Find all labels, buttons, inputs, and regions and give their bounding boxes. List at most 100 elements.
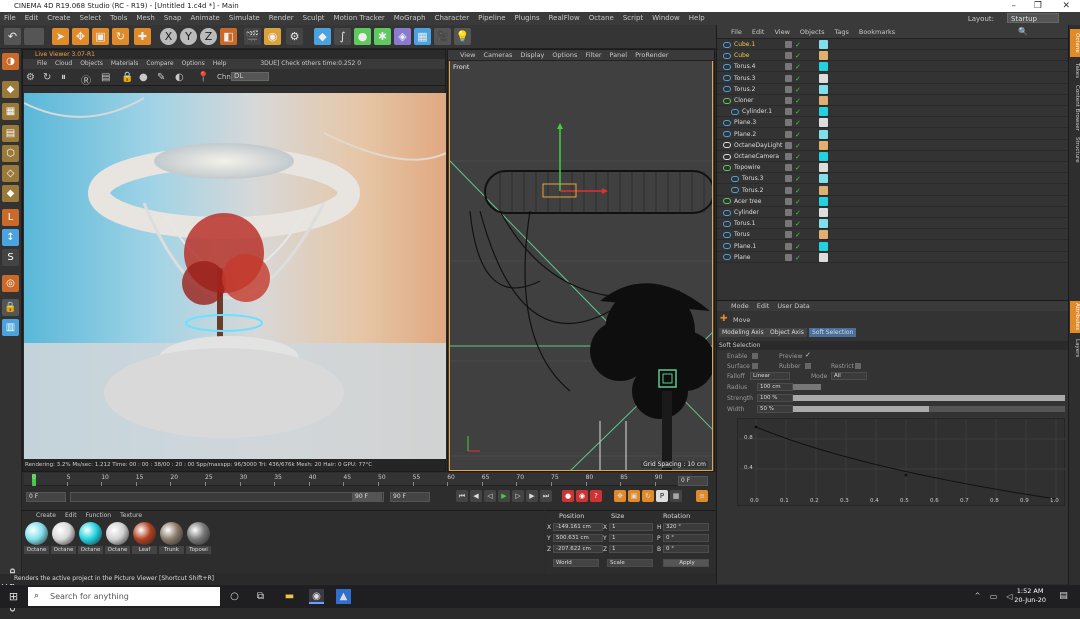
tab-object-axis[interactable]: Object Axis bbox=[767, 328, 807, 337]
taskbar-search-box[interactable]: ⌕ Search for anything bbox=[28, 587, 220, 606]
mograph-icon[interactable]: ✱ bbox=[374, 28, 391, 45]
notification-icon[interactable]: ▤ bbox=[1056, 589, 1071, 604]
model-mode-icon[interactable]: ◆ bbox=[2, 81, 19, 98]
viewport-menu-item-2[interactable]: Display bbox=[520, 51, 544, 59]
scale-key-icon[interactable]: ▣ bbox=[628, 490, 640, 502]
pin-icon[interactable]: 📍 bbox=[197, 72, 209, 83]
menu-item-4[interactable]: Tools bbox=[110, 14, 127, 22]
menu-item-16[interactable]: RealFlow bbox=[549, 14, 580, 22]
material-tag-icon[interactable] bbox=[819, 196, 828, 206]
spline-icon[interactable]: ∫ bbox=[334, 28, 351, 45]
menu-item-7[interactable]: Animate bbox=[190, 14, 219, 22]
close-icon[interactable]: ✕ bbox=[1062, 0, 1070, 12]
strength-slider[interactable] bbox=[793, 395, 1065, 401]
material-swatch[interactable]: Leaf bbox=[132, 522, 157, 555]
record-keys-icon[interactable]: ● bbox=[562, 490, 574, 502]
visibility-dots-icon[interactable] bbox=[785, 231, 792, 239]
falloff-dropdown[interactable]: Linear bbox=[750, 372, 790, 380]
material-swatch[interactable]: Trunk bbox=[159, 522, 184, 555]
object-menu-item-1[interactable]: Edit bbox=[752, 28, 765, 36]
material-tag-icon[interactable] bbox=[819, 107, 828, 117]
material-ball-icon[interactable]: ● bbox=[139, 72, 148, 83]
material-tag-icon[interactable] bbox=[819, 62, 828, 72]
visibility-dots-icon[interactable] bbox=[785, 175, 792, 183]
tab-attributes[interactable]: Attributes bbox=[1070, 301, 1080, 333]
lock-icon[interactable]: 🔒 bbox=[121, 72, 133, 83]
scale-tool-icon[interactable]: ▣ bbox=[92, 28, 109, 45]
light-icon[interactable]: 💡 bbox=[454, 28, 471, 45]
material-swatch[interactable]: Octane bbox=[78, 522, 103, 555]
material-tag-icon[interactable] bbox=[819, 73, 828, 83]
menu-item-3[interactable]: Select bbox=[80, 14, 102, 22]
mode-dropdown[interactable]: All bbox=[831, 372, 867, 380]
menu-item-1[interactable]: Edit bbox=[25, 14, 39, 22]
coordinate-mode-dropdown[interactable]: World bbox=[553, 559, 599, 567]
visibility-dots-icon[interactable] bbox=[785, 74, 792, 82]
object-row[interactable]: Plane ✓ bbox=[717, 252, 1069, 263]
size-field[interactable]: 1 bbox=[609, 545, 653, 553]
timeline-menu-icon[interactable]: ≡ bbox=[696, 490, 708, 502]
cinema4d-taskbar-icon[interactable]: ◉ bbox=[309, 589, 324, 604]
windows-start-icon[interactable]: ⊞ bbox=[6, 589, 21, 604]
material-menu-item-3[interactable]: Texture bbox=[120, 512, 142, 519]
viewport-menu-item-3[interactable]: Options bbox=[552, 51, 577, 59]
object-menu-item-4[interactable]: Tags bbox=[834, 28, 848, 36]
coordinate-scale-dropdown[interactable]: Scale bbox=[607, 559, 653, 567]
search-icon[interactable]: 🔍 bbox=[1018, 25, 1028, 39]
object-row[interactable]: OctaneDayLight ✓ bbox=[717, 140, 1069, 151]
visibility-dots-icon[interactable] bbox=[785, 242, 792, 250]
material-tag-icon[interactable] bbox=[819, 40, 828, 49]
visibility-dots-icon[interactable] bbox=[785, 52, 792, 60]
attribute-menu-item-0[interactable]: Mode bbox=[731, 302, 749, 310]
prev-frame-icon[interactable]: ◁ bbox=[484, 490, 496, 502]
material-tag-icon[interactable] bbox=[819, 118, 828, 128]
task-view-icon[interactable]: ⧉ bbox=[253, 589, 268, 604]
render-picture-viewer-icon[interactable]: ◉ bbox=[264, 28, 281, 45]
region-render-icon[interactable]: Ⓡ bbox=[81, 72, 91, 87]
menu-item-9[interactable]: Render bbox=[269, 14, 294, 22]
object-row[interactable]: Torus.4 ✓ bbox=[717, 61, 1069, 73]
snapping-icon[interactable]: S bbox=[2, 249, 19, 266]
live-viewer-menu-item-6[interactable]: Help bbox=[213, 60, 227, 67]
rotation-key-icon[interactable]: ↻ bbox=[642, 490, 654, 502]
play-icon[interactable]: ▶ bbox=[498, 490, 510, 502]
start-frame-field[interactable]: 0 F bbox=[26, 492, 66, 502]
undo-icon[interactable]: ↶ bbox=[4, 28, 21, 45]
visibility-dots-icon[interactable] bbox=[785, 220, 792, 228]
width-field[interactable]: 50 % bbox=[757, 405, 793, 413]
tweak-mode-icon[interactable]: ↕ bbox=[2, 229, 19, 246]
rotation-field[interactable]: 320 ° bbox=[663, 523, 709, 531]
visibility-dots-icon[interactable] bbox=[785, 119, 792, 127]
position-field[interactable]: -207.622 cm bbox=[553, 545, 603, 553]
material-tag-icon[interactable] bbox=[819, 84, 828, 94]
planar-workplane-icon[interactable]: ▥ bbox=[2, 319, 19, 336]
material-tag-icon[interactable] bbox=[819, 230, 828, 240]
preview-end-field[interactable]: 90 F bbox=[352, 492, 382, 502]
tab-structure[interactable]: Structure bbox=[1070, 135, 1080, 165]
size-field[interactable]: 1 bbox=[609, 534, 653, 542]
redo-icon[interactable] bbox=[24, 28, 44, 45]
file-explorer-icon[interactable]: ▬ bbox=[282, 589, 297, 604]
visibility-dots-icon[interactable] bbox=[785, 63, 792, 71]
frame-display[interactable]: 0 F bbox=[678, 476, 708, 486]
material-tag-icon[interactable] bbox=[819, 185, 828, 195]
object-row[interactable]: Plane.3 ✓ bbox=[717, 117, 1069, 129]
y-axis-lock-icon[interactable]: Y bbox=[180, 28, 197, 45]
timeline-ruler[interactable]: 0 5 10 15 20 25 30 35 40 45 50 55 60 65 70 75 80 85 90 bbox=[24, 473, 692, 486]
position-key-icon[interactable]: ✥ bbox=[614, 490, 626, 502]
preview-checkbox[interactable]: ✓ bbox=[805, 351, 811, 359]
material-tag-icon[interactable] bbox=[819, 129, 828, 139]
object-menu-item-2[interactable]: View bbox=[774, 28, 789, 36]
floor-icon[interactable]: ▦ bbox=[414, 28, 431, 45]
lock-workplane-icon[interactable]: 🔒 bbox=[2, 299, 19, 316]
rotation-field[interactable]: 0 ° bbox=[663, 534, 709, 542]
visibility-dots-icon[interactable] bbox=[785, 85, 792, 93]
tab-takes[interactable]: Takes bbox=[1070, 61, 1080, 81]
visibility-dots-icon[interactable] bbox=[785, 253, 792, 261]
camera-icon[interactable]: 🎥 bbox=[434, 28, 451, 45]
material-tag-icon[interactable] bbox=[819, 96, 828, 105]
layout-dropdown[interactable]: Startup bbox=[1007, 13, 1059, 23]
material-tag-icon[interactable] bbox=[819, 219, 828, 229]
material-tag-icon[interactable] bbox=[819, 252, 828, 262]
minimize-icon[interactable]: – bbox=[1012, 0, 1017, 12]
